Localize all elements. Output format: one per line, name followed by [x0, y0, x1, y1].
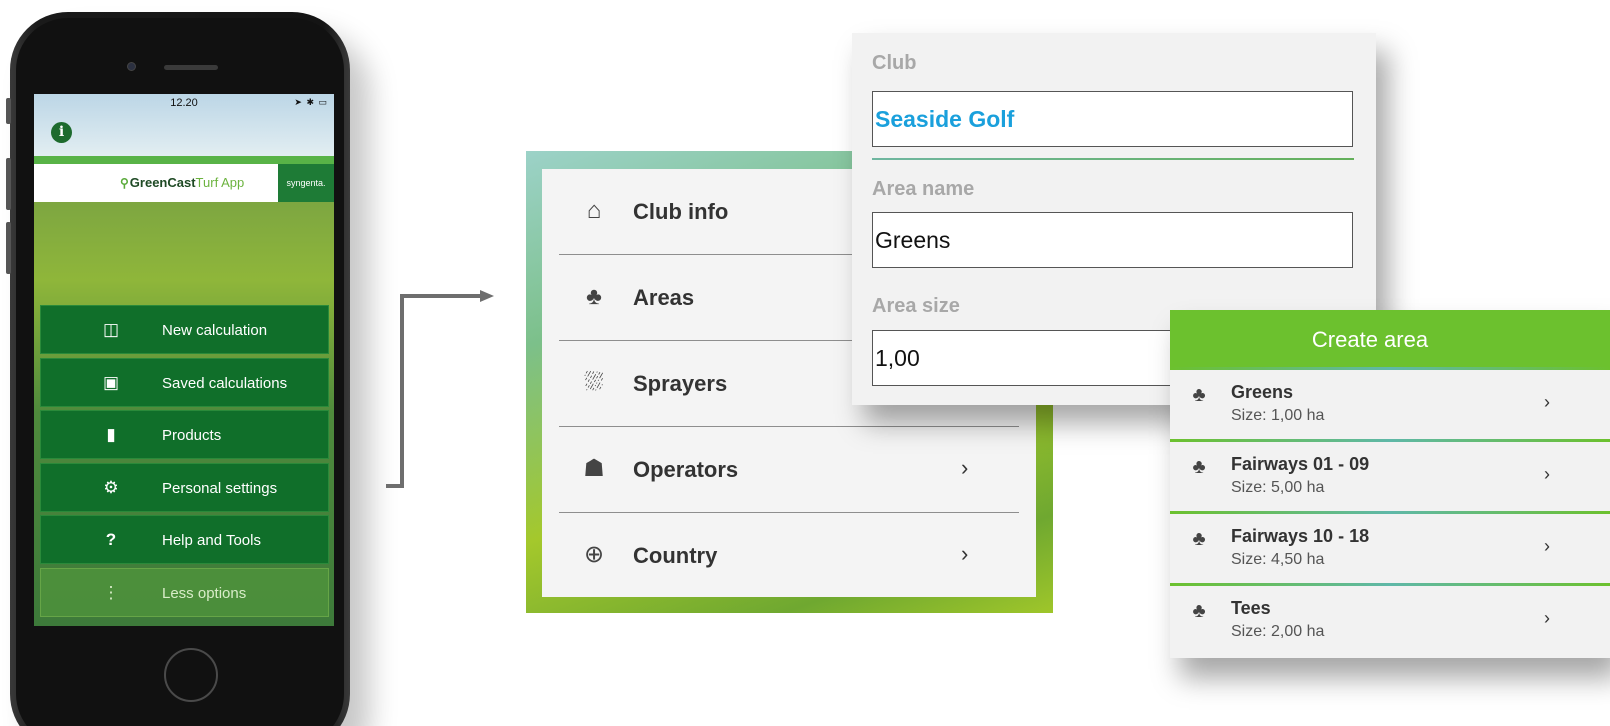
- pin-icon: ⚲: [120, 176, 129, 190]
- status-bar: 12.20 ➤ ✱ ▭ i: [34, 94, 334, 156]
- area-name: Fairways 10 - 18: [1231, 526, 1370, 546]
- menu-row-label: Club info: [633, 199, 729, 224]
- earpiece-speaker: [164, 65, 218, 70]
- menu-item-new-calculation[interactable]: ◫ New calculation: [40, 305, 329, 354]
- chevron-right-icon: ›: [1544, 464, 1550, 484]
- menu-item-label: Help and Tools: [162, 532, 261, 549]
- brand-suffix: Turf App: [195, 175, 245, 190]
- chevron-right-icon: ›: [961, 541, 969, 566]
- trees-icon: ♣: [1192, 456, 1206, 478]
- area-name-label: Area name: [872, 178, 975, 200]
- connector-arrow: [386, 290, 494, 488]
- area-size: Size: 5,00 ha: [1231, 479, 1325, 496]
- menu-row-operators[interactable]: ☗ Operators ›: [559, 427, 1019, 513]
- menu-item-products[interactable]: ▮ Products: [40, 410, 329, 459]
- front-camera: [127, 62, 136, 71]
- create-area-panel: Create area ♣ Greens Size: 1,00 ha › ♣ F…: [1170, 310, 1610, 658]
- trees-icon: ♣: [1192, 384, 1206, 406]
- sprayer-icon: ⛆: [584, 369, 604, 396]
- trees-icon: ♣: [1192, 600, 1206, 622]
- area-name: Greens: [1231, 382, 1294, 402]
- menu-item-label: Saved calculations: [162, 374, 288, 392]
- menu-row-label: Areas: [633, 285, 695, 310]
- brand-bar: ⚲GreenCastTurf App syngenta.: [34, 164, 334, 202]
- home-icon: ⌂: [586, 197, 602, 224]
- globe-icon: ⊕: [583, 541, 605, 568]
- area-size: Size: 2,00 ha: [1231, 623, 1325, 640]
- operators-icon: ☗: [583, 455, 605, 482]
- question-icon: ?: [105, 530, 117, 549]
- area-size-label: Area size: [872, 295, 960, 317]
- area-row-fairways-10-18[interactable]: ♣ Fairways 10 - 18 Size: 4,50 ha ›: [1170, 514, 1610, 586]
- volume-up-button: [6, 158, 11, 210]
- greencast-logo: ⚲GreenCastTurf App: [120, 175, 244, 190]
- home-button[interactable]: [164, 648, 218, 702]
- menu-item-personal-settings[interactable]: ⚙ Personal settings: [40, 462, 329, 512]
- menu-item-label: Products: [162, 427, 222, 444]
- gear-icon: ⚙: [103, 477, 119, 497]
- status-icons: ➤ ✱ ▭: [294, 97, 328, 107]
- menu-item-label: New calculation: [162, 322, 268, 339]
- connector-line: [386, 294, 480, 488]
- calculator-icon: ◫: [102, 320, 120, 339]
- chevron-right-icon: ›: [1544, 536, 1550, 556]
- product-icon: ▮: [106, 425, 116, 444]
- field-underline: [872, 158, 1354, 160]
- area-name-field[interactable]: Greens: [872, 212, 1353, 268]
- create-area-title: Create area: [1311, 327, 1429, 352]
- phone-screen: 12.20 ➤ ✱ ▭ i ⚲GreenCastTurf App syngent…: [34, 94, 334, 626]
- area-size: Size: 1,00 ha: [1231, 407, 1325, 424]
- volume-down-button: [6, 222, 11, 274]
- menu-row-label: Operators: [633, 457, 739, 482]
- brand-name: GreenCast: [129, 175, 196, 190]
- area-row-greens[interactable]: ♣ Greens Size: 1,00 ha ›: [1170, 370, 1610, 442]
- create-area-header[interactable]: Create area: [1170, 310, 1610, 368]
- area-row-fairways-01-09[interactable]: ♣ Fairways 01 - 09 Size: 5,00 ha ›: [1170, 442, 1610, 514]
- chevron-right-icon: ›: [961, 455, 969, 480]
- menu-row-country[interactable]: ⊕ Country ›: [559, 513, 1019, 599]
- menu-row-label: Sprayers: [633, 371, 728, 396]
- menu-item-label: Personal settings: [162, 479, 278, 497]
- area-name: Fairways 01 - 09: [1231, 454, 1370, 474]
- chevron-right-icon: ›: [1544, 608, 1550, 628]
- area-size: Size: 4,50 ha: [1231, 551, 1325, 568]
- menu-item-help-and-tools[interactable]: ? Help and Tools: [40, 515, 329, 564]
- mute-switch: [6, 98, 11, 124]
- menu-row-label: Country: [633, 543, 718, 568]
- syngenta-logo: syngenta.: [278, 164, 334, 202]
- club-field[interactable]: Seaside Golf: [872, 91, 1353, 147]
- canvas: 12.20 ➤ ✱ ▭ i ⚲GreenCastTurf App syngent…: [0, 0, 1610, 726]
- main-menu: ◫ New calculation ▣ Saved calculations ▮…: [40, 305, 329, 620]
- menu-item-saved-calculations[interactable]: ▣ Saved calculations: [40, 357, 329, 407]
- area-row-tees[interactable]: ♣ Tees Size: 2,00 ha ›: [1170, 586, 1610, 658]
- info-icon[interactable]: i: [51, 122, 72, 143]
- more-vertical-icon: ⋮: [102, 582, 120, 602]
- saved-calculator-icon: ▣: [102, 372, 120, 392]
- trees-icon: ♣: [586, 283, 602, 310]
- area-name: Tees: [1231, 598, 1271, 618]
- arrow-head-icon: [480, 290, 494, 302]
- trees-icon: ♣: [1192, 528, 1206, 550]
- menu-item-label: Less options: [162, 584, 247, 602]
- status-time: 12.20: [170, 97, 198, 109]
- club-label: Club: [872, 52, 917, 74]
- chevron-right-icon: ›: [1544, 392, 1550, 412]
- green-strip: [34, 156, 334, 164]
- menu-item-less-options[interactable]: ⋮ Less options: [40, 567, 329, 617]
